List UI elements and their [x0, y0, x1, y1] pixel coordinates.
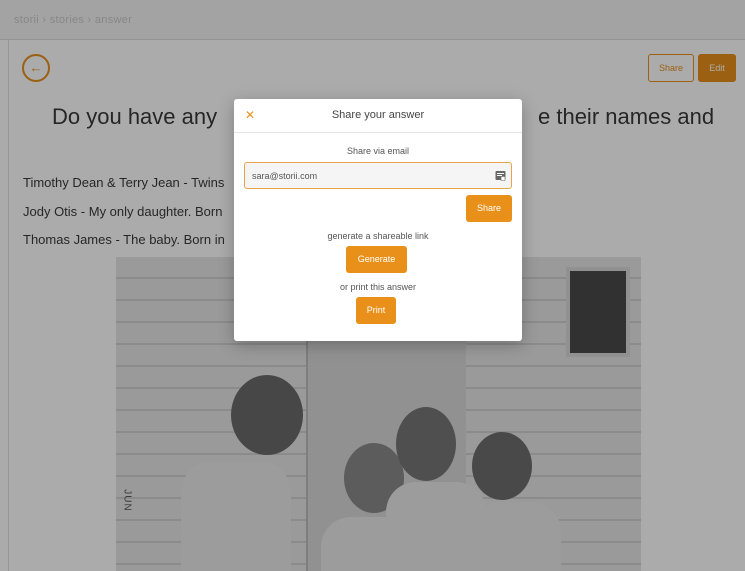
- contact-card-icon[interactable]: [495, 170, 506, 181]
- email-field[interactable]: [245, 163, 489, 188]
- modal-title: Share your answer: [331, 109, 425, 121]
- modal-header: ✕ Share your answer: [234, 99, 522, 133]
- email-field-wrapper: [244, 162, 512, 189]
- share-email-button[interactable]: Share: [466, 195, 512, 222]
- generate-link-button[interactable]: Generate: [346, 246, 407, 273]
- share-modal: ✕ Share your answer Share via email Shar…: [234, 99, 522, 341]
- share-via-email-label: Share via email: [346, 146, 410, 156]
- shareable-link-label: generate a shareable link: [327, 231, 429, 241]
- print-label: or print this answer: [339, 282, 417, 292]
- print-button[interactable]: Print: [356, 297, 396, 324]
